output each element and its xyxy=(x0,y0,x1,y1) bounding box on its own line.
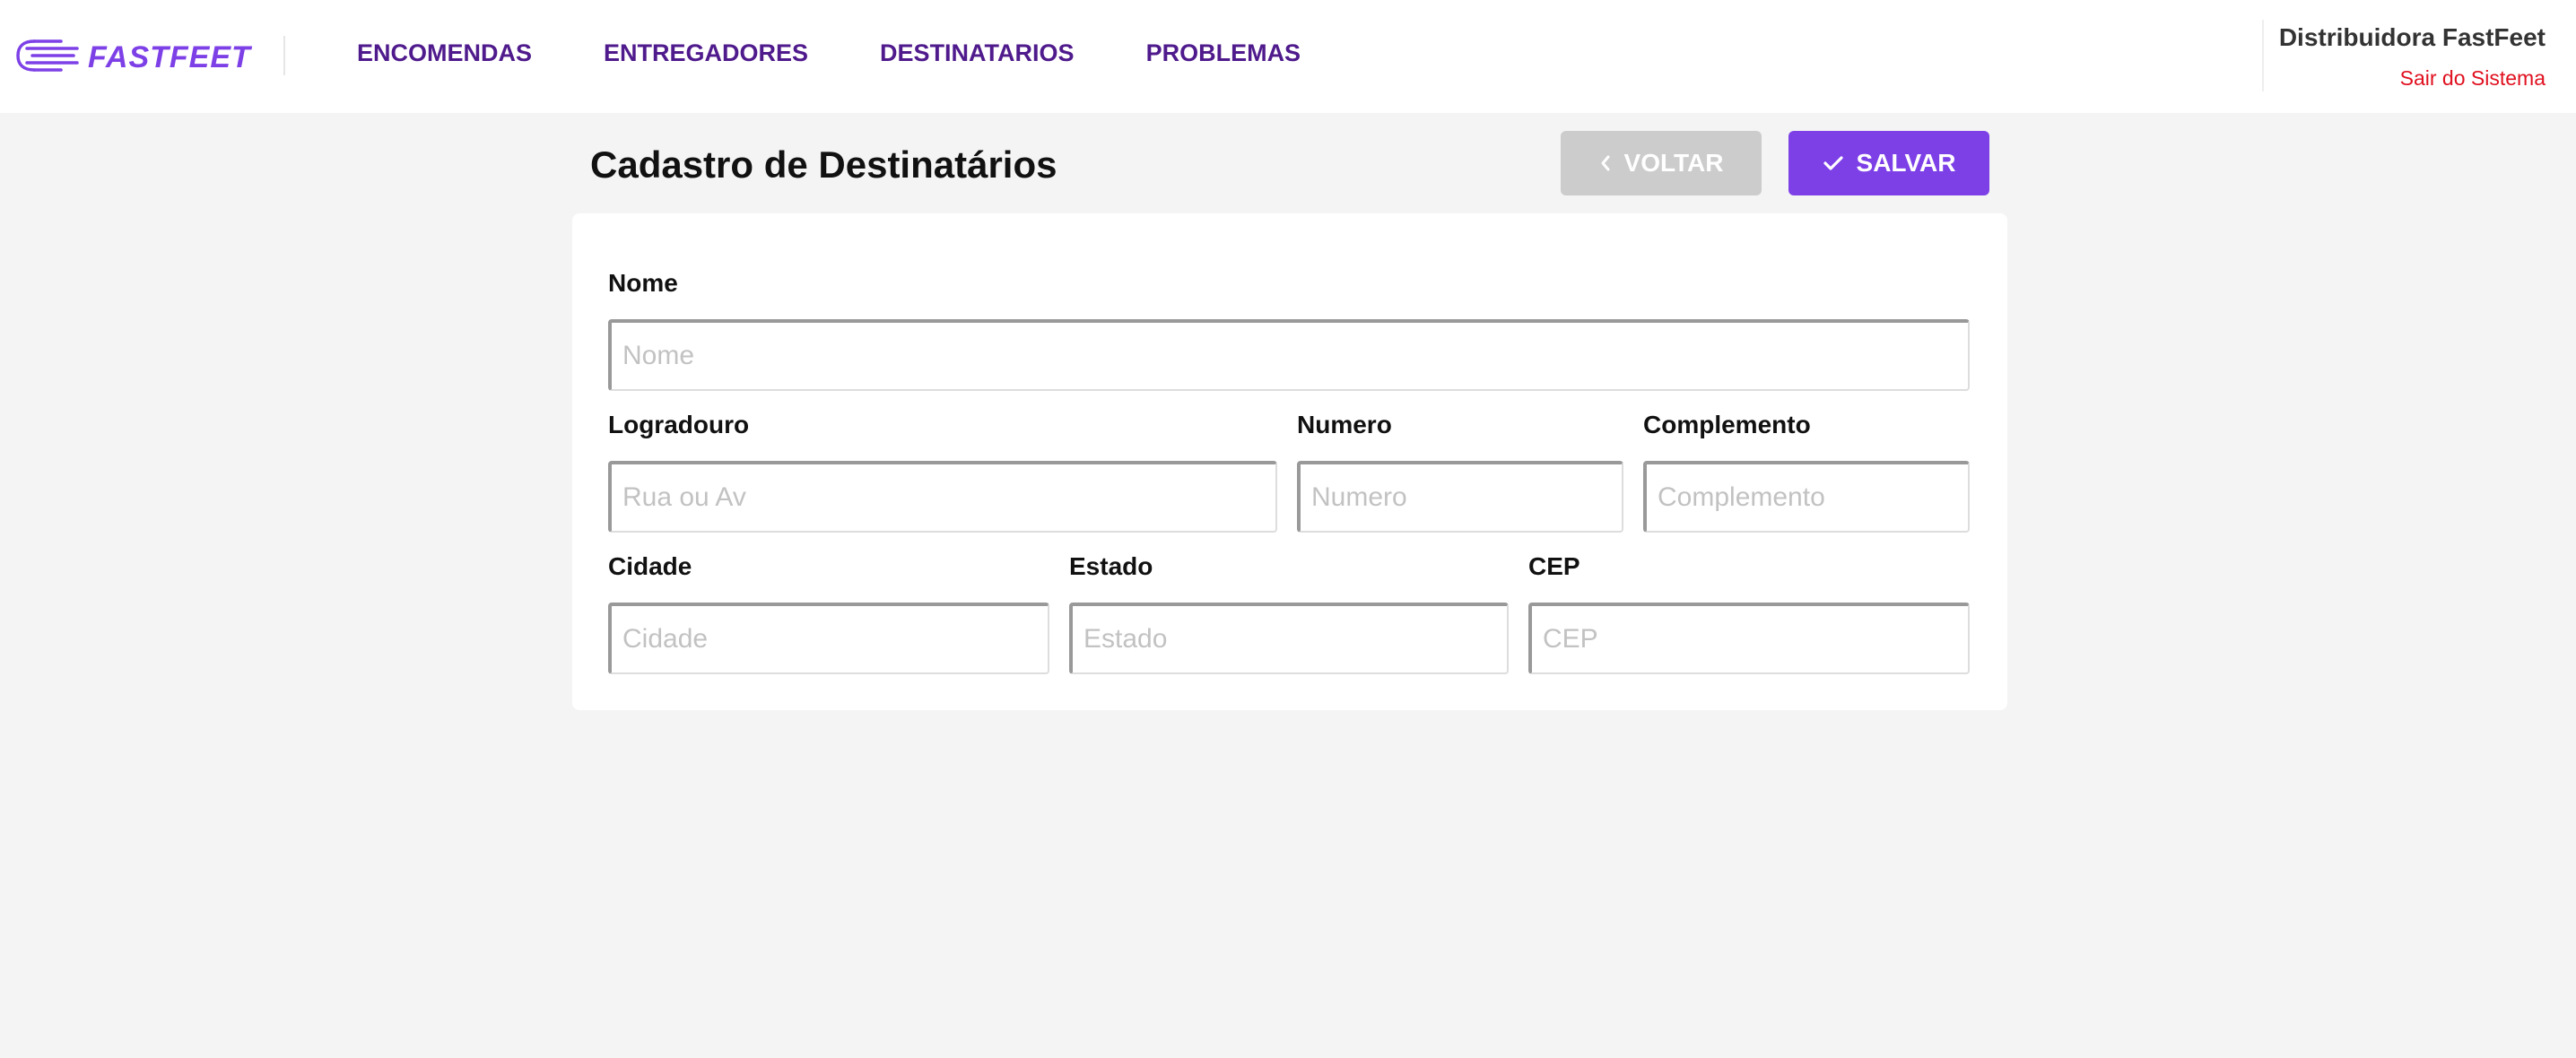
nav-item-entregadores[interactable]: ENTREGADORES xyxy=(604,39,808,67)
logo-text: FASTFEET xyxy=(88,40,251,74)
recipient-form: Nome Logradouro Numero Complemento Cidad… xyxy=(572,213,2007,710)
nav-item-destinatarios[interactable]: DESTINATARIOS xyxy=(880,39,1075,67)
cep-label: CEP xyxy=(1528,552,1580,580)
complemento-input[interactable] xyxy=(1643,461,1970,533)
chevron-left-icon xyxy=(1599,154,1612,172)
nome-label: Nome xyxy=(608,269,678,297)
user-name: Distribuidora FastFeet xyxy=(2278,23,2546,51)
page-title: Cadastro de Destinatários xyxy=(590,143,1057,186)
logradouro-label: Logradouro xyxy=(608,411,750,438)
estado-input[interactable] xyxy=(1069,603,1509,674)
save-button-label: SALVAR xyxy=(1856,149,1956,177)
fast-truck-icon xyxy=(14,34,81,82)
numero-input[interactable] xyxy=(1297,461,1623,533)
cidade-input[interactable] xyxy=(608,603,1049,674)
user-divider xyxy=(2262,20,2264,91)
numero-label: Numero xyxy=(1297,411,1392,438)
cep-input[interactable] xyxy=(1528,603,1970,674)
top-header: FASTFEET ENCOMENDAS ENTREGADORES DESTINA… xyxy=(0,0,2576,113)
logradouro-input[interactable] xyxy=(608,461,1277,533)
nome-input[interactable] xyxy=(608,319,1970,391)
estado-label: Estado xyxy=(1069,552,1153,580)
fastfeet-logo[interactable]: FASTFEET xyxy=(14,34,251,82)
nav-item-encomendas[interactable]: ENCOMENDAS xyxy=(357,39,532,67)
save-button[interactable]: SALVAR xyxy=(1788,131,1989,195)
check-icon xyxy=(1823,154,1844,172)
logout-link[interactable]: Sair do Sistema xyxy=(2400,66,2546,91)
header-divider xyxy=(283,36,285,75)
cidade-label: Cidade xyxy=(608,552,692,580)
back-button-label: VOLTAR xyxy=(1623,149,1724,177)
back-button[interactable]: VOLTAR xyxy=(1561,131,1762,195)
complemento-label: Complemento xyxy=(1643,411,1811,438)
main-nav: ENCOMENDAS ENTREGADORES DESTINATARIOS PR… xyxy=(357,39,1301,67)
nav-item-problemas[interactable]: PROBLEMAS xyxy=(1146,39,1301,67)
